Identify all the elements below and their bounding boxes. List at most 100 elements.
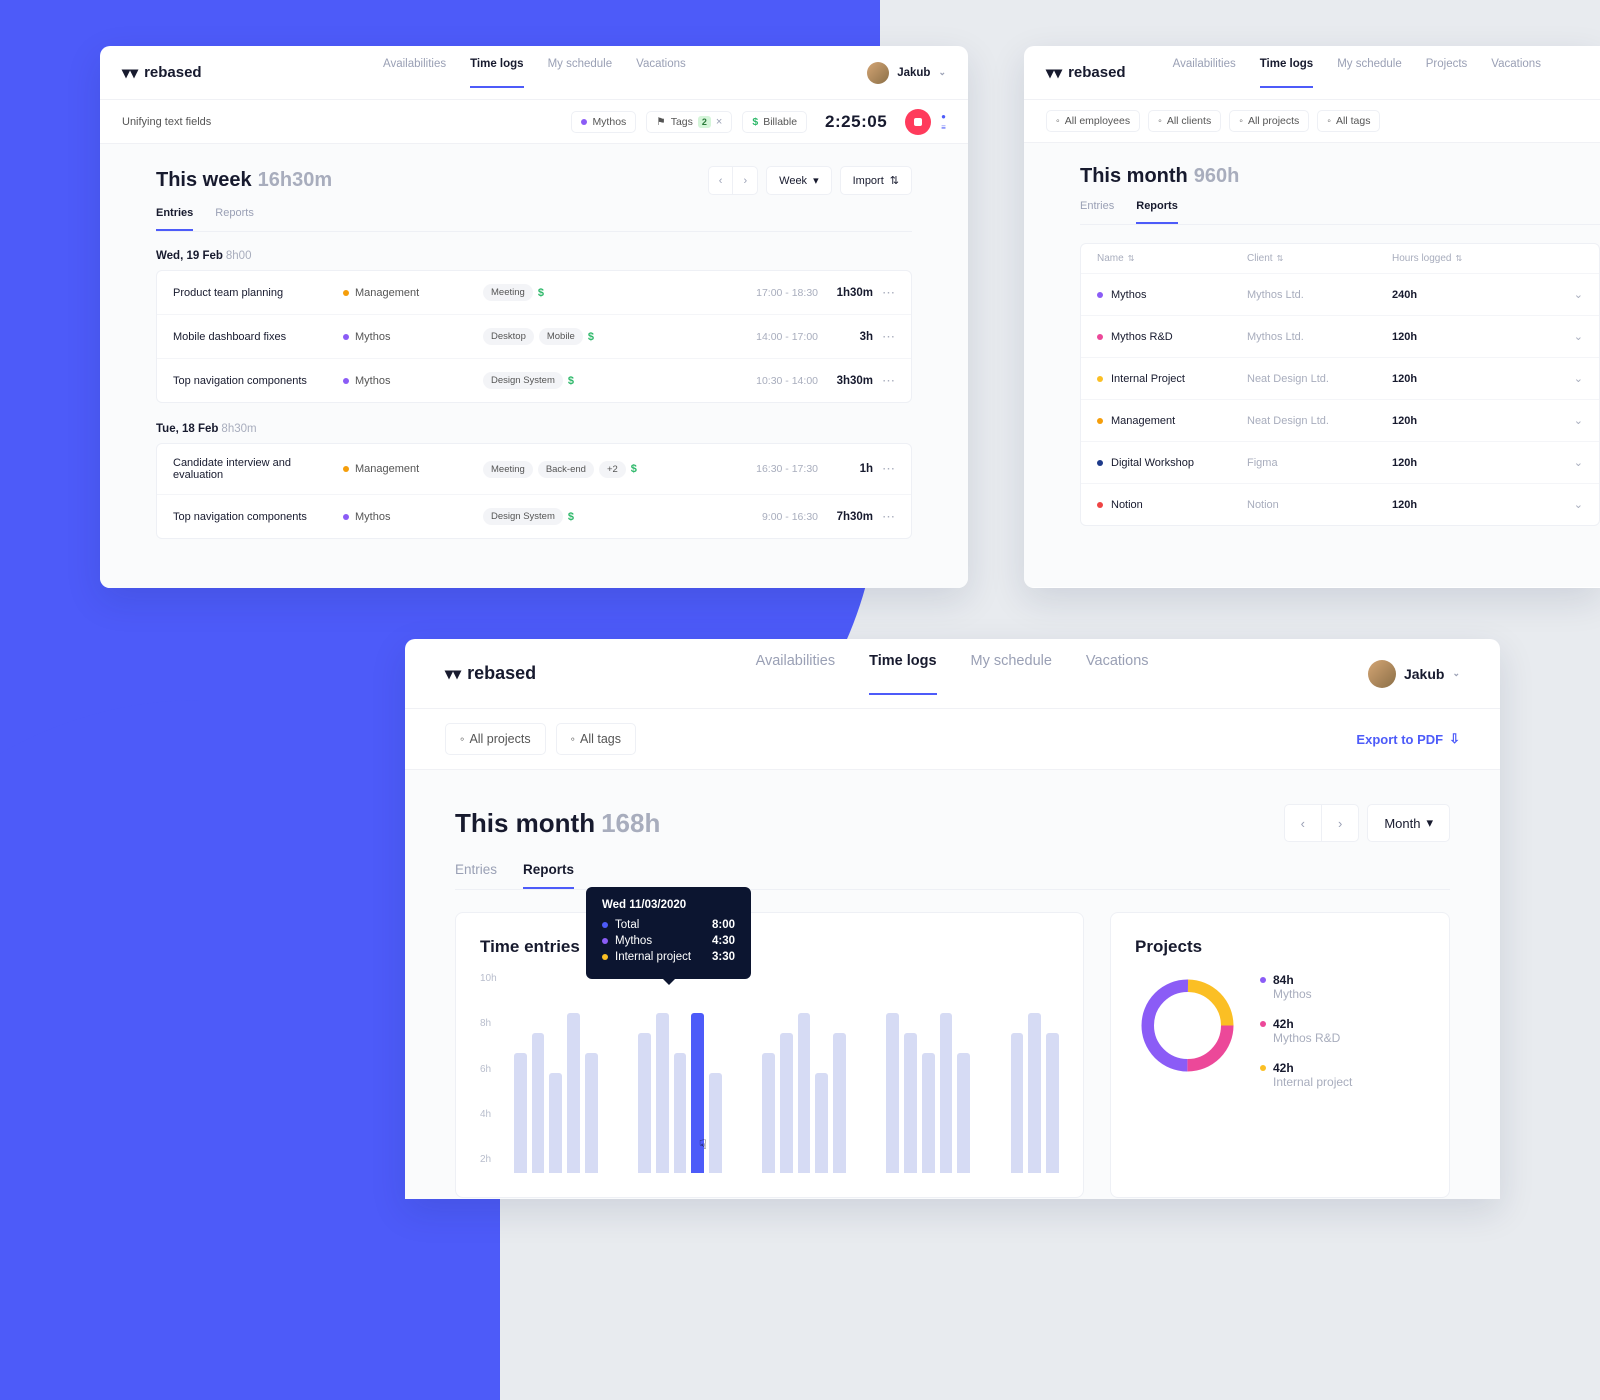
project-report-row[interactable]: Management Neat Design Ltd. 120h ⌄ <box>1081 399 1599 441</box>
time-entry-row[interactable]: Top navigation components Mythos Design … <box>157 359 911 402</box>
col-hours[interactable]: Hours logged⇅ <box>1392 253 1563 264</box>
col-name[interactable]: Name⇅ <box>1097 253 1247 264</box>
brand-logo[interactable]: ▾▾rebased <box>445 663 536 684</box>
entry-project[interactable]: Management <box>343 463 483 475</box>
expand-row-button[interactable]: ⌄ <box>1563 456 1583 469</box>
user-menu[interactable]: Jakub ⌄ <box>867 62 946 84</box>
nav-availabilities[interactable]: Availabilities <box>383 58 446 88</box>
nav-vacations[interactable]: Vacations <box>1086 653 1149 695</box>
chart-bar[interactable] <box>798 1013 811 1173</box>
nav-projects[interactable]: Projects <box>1426 58 1468 88</box>
prev-period-button[interactable]: ‹ <box>708 166 733 195</box>
tab-entries[interactable]: Entries <box>156 207 193 231</box>
chart-bar[interactable] <box>1028 1013 1041 1173</box>
chart-bar[interactable] <box>532 1033 545 1173</box>
chart-bar[interactable] <box>514 1053 527 1173</box>
nav-vacations[interactable]: Vacations <box>1491 58 1541 88</box>
chart-bar[interactable] <box>957 1053 970 1173</box>
current-task-title[interactable]: Unifying text fields <box>122 116 211 128</box>
chart-bar[interactable] <box>656 1013 669 1173</box>
donut-chart[interactable] <box>1135 973 1240 1078</box>
chart-bar[interactable] <box>638 1033 651 1173</box>
prev-period-button[interactable]: ‹ <box>1284 804 1321 842</box>
project-report-row[interactable]: Digital Workshop Figma 120h ⌄ <box>1081 441 1599 483</box>
time-entry-row[interactable]: Product team planning Management Meeting… <box>157 271 911 315</box>
more-tags-pill[interactable]: +2 <box>599 461 626 478</box>
brand-logo[interactable]: ▾▾rebased <box>1046 63 1126 83</box>
legend-item[interactable]: 84hMythos <box>1260 973 1352 1001</box>
close-icon[interactable]: × <box>716 116 722 128</box>
tag-pill[interactable]: Back-end <box>538 461 594 478</box>
tag-pill[interactable]: Meeting <box>483 461 533 478</box>
chart-bar[interactable] <box>1011 1033 1024 1173</box>
expand-row-button[interactable]: ⌄ <box>1563 372 1583 385</box>
entry-menu-button[interactable]: ⋯ <box>873 285 895 301</box>
stop-timer-button[interactable] <box>905 109 931 135</box>
expand-row-button[interactable]: ⌄ <box>1563 330 1583 343</box>
user-menu[interactable]: Jakub ⌄ <box>1368 660 1460 688</box>
legend-item[interactable]: 42hMythos R&D <box>1260 1017 1352 1045</box>
tag-pill[interactable]: Meeting <box>483 284 533 301</box>
next-period-button[interactable]: › <box>1321 804 1359 842</box>
tags-chip[interactable]: ⚑Tags2× <box>646 111 732 133</box>
time-entry-row[interactable]: Mobile dashboard fixes Mythos DesktopMob… <box>157 315 911 359</box>
tab-reports[interactable]: Reports <box>215 207 254 231</box>
nav-availabilities[interactable]: Availabilities <box>1173 58 1236 88</box>
entry-menu-button[interactable]: ⋯ <box>873 509 895 525</box>
legend-item[interactable]: 42hInternal project <box>1260 1061 1352 1089</box>
tab-entries[interactable]: Entries <box>1080 200 1114 224</box>
nav-schedule[interactable]: My schedule <box>971 653 1052 695</box>
period-select[interactable]: Week▾ <box>766 166 831 195</box>
filter-clients[interactable]: ◦All clients <box>1148 110 1221 132</box>
entry-menu-button[interactable]: ⋯ <box>873 461 895 477</box>
nav-timelogs[interactable]: Time logs <box>470 58 523 88</box>
filter-tags[interactable]: ◦All tags <box>556 723 636 755</box>
filter-employees[interactable]: ◦All employees <box>1046 110 1140 132</box>
timer-extras[interactable]: ●≡ <box>941 112 946 132</box>
entry-project[interactable]: Mythos <box>343 511 483 523</box>
brand-logo[interactable]: ▾▾rebased <box>122 63 202 83</box>
entry-menu-button[interactable]: ⋯ <box>873 373 895 389</box>
tab-reports[interactable]: Reports <box>523 862 574 889</box>
chart-bar[interactable] <box>549 1073 562 1173</box>
tab-entries[interactable]: Entries <box>455 862 497 889</box>
nav-vacations[interactable]: Vacations <box>636 58 686 88</box>
expand-row-button[interactable]: ⌄ <box>1563 498 1583 511</box>
chart-bar[interactable] <box>585 1053 598 1173</box>
chart-bar[interactable] <box>1046 1033 1059 1173</box>
chart-bar[interactable] <box>567 1013 580 1173</box>
tag-pill[interactable]: Desktop <box>483 328 534 345</box>
next-period-button[interactable]: › <box>732 166 758 195</box>
import-button[interactable]: Import⇅ <box>840 166 912 195</box>
col-client[interactable]: Client⇅ <box>1247 253 1392 264</box>
nav-timelogs[interactable]: Time logs <box>1260 58 1313 88</box>
project-report-row[interactable]: Mythos R&D Mythos Ltd. 120h ⌄ <box>1081 315 1599 357</box>
chart-bar[interactable] <box>833 1033 846 1173</box>
chart-bar[interactable] <box>886 1013 899 1173</box>
chart-bar[interactable] <box>780 1033 793 1173</box>
expand-row-button[interactable]: ⌄ <box>1563 288 1583 301</box>
project-report-row[interactable]: Mythos Mythos Ltd. 240h ⌄ <box>1081 273 1599 315</box>
project-report-row[interactable]: Notion Notion 120h ⌄ <box>1081 483 1599 525</box>
export-pdf-button[interactable]: Export to PDF⇩ <box>1356 731 1460 747</box>
project-chip[interactable]: Mythos <box>571 111 636 133</box>
billable-chip[interactable]: $Billable <box>742 111 807 133</box>
tag-pill[interactable]: Design System <box>483 508 563 525</box>
tab-reports[interactable]: Reports <box>1136 200 1178 224</box>
entry-project[interactable]: Management <box>343 287 483 299</box>
expand-row-button[interactable]: ⌄ <box>1563 414 1583 427</box>
bar-chart[interactable]: 10h8h6h4h2h ☟ <box>480 973 1059 1173</box>
chart-bar[interactable] <box>709 1073 722 1173</box>
tag-pill[interactable]: Design System <box>483 372 563 389</box>
period-select[interactable]: Month▾ <box>1367 804 1450 842</box>
filter-projects[interactable]: ◦All projects <box>445 723 546 755</box>
chart-bar[interactable] <box>904 1033 917 1173</box>
nav-schedule[interactable]: My schedule <box>548 58 613 88</box>
chart-bar[interactable] <box>922 1053 935 1173</box>
filter-projects[interactable]: ◦All projects <box>1229 110 1309 132</box>
nav-timelogs[interactable]: Time logs <box>869 653 936 695</box>
nav-availabilities[interactable]: Availabilities <box>756 653 836 695</box>
nav-schedule[interactable]: My schedule <box>1337 58 1402 88</box>
entry-project[interactable]: Mythos <box>343 375 483 387</box>
entry-project[interactable]: Mythos <box>343 331 483 343</box>
